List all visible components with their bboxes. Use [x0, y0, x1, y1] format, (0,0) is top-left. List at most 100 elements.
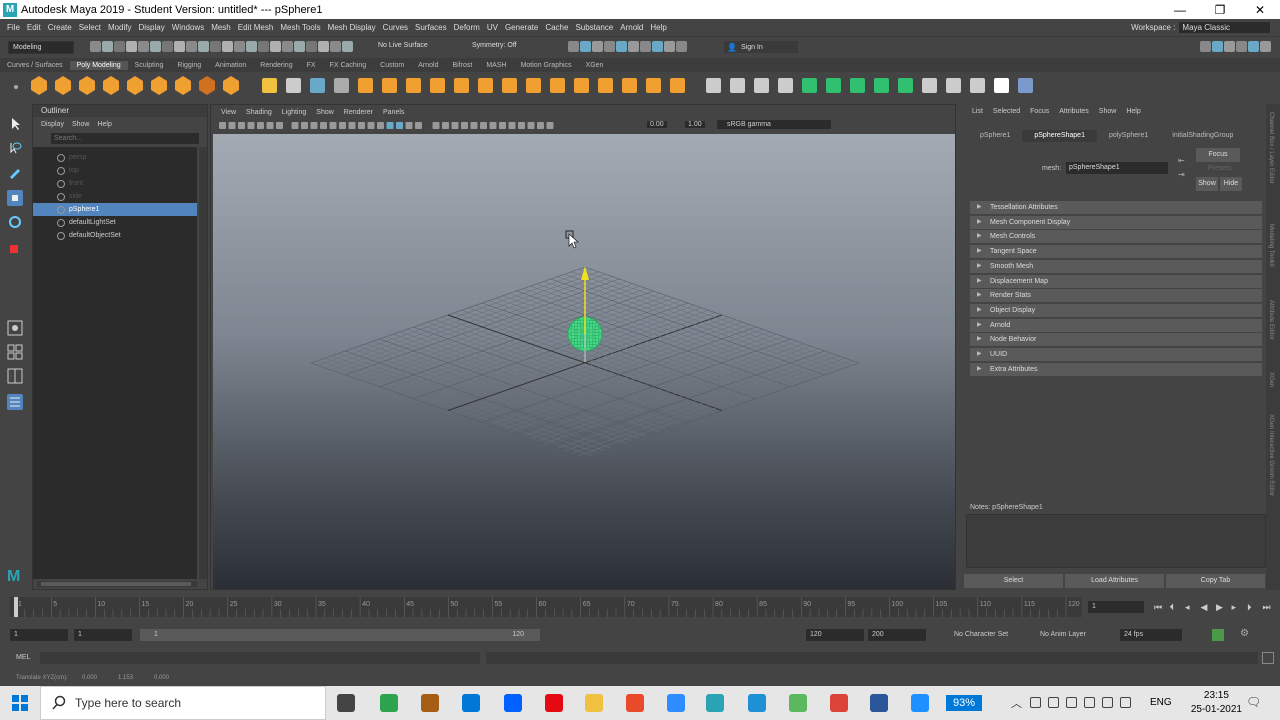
shelf-tab-rendering[interactable]: Rendering: [253, 61, 299, 70]
menu-uv[interactable]: UV: [487, 23, 498, 32]
menu-select[interactable]: Select: [79, 23, 101, 32]
auto-key-icon[interactable]: [1212, 629, 1224, 641]
edge-icon[interactable]: [748, 694, 766, 712]
menu-curves[interactable]: Curves: [383, 23, 408, 32]
shelf-tool-22-icon[interactable]: [550, 78, 565, 93]
symmetry-label[interactable]: Symmetry: Off: [472, 42, 517, 49]
playback-start-field[interactable]: 1: [74, 629, 132, 641]
lasso-tool-icon[interactable]: [7, 140, 23, 156]
section-displacement-map[interactable]: Displacement Map: [970, 274, 1262, 288]
attr-menu-focus[interactable]: Focus: [1030, 108, 1049, 115]
playback-4-icon[interactable]: ◀: [1201, 603, 1208, 613]
animation-start-field[interactable]: 1: [10, 629, 68, 641]
viewport-tool-7-icon[interactable]: [276, 121, 283, 129]
menu-edit-mesh[interactable]: Edit Mesh: [238, 23, 274, 32]
status-tool-19-icon[interactable]: [306, 41, 317, 52]
shelf-options-icon[interactable]: [14, 85, 18, 89]
menu-display[interactable]: Display: [139, 23, 165, 32]
shelf-tool-27-icon[interactable]: [670, 78, 685, 93]
network-icon[interactable]: [1030, 697, 1041, 708]
status-tool-9-icon[interactable]: [186, 41, 197, 52]
shelf-tool-20-icon[interactable]: [502, 78, 517, 93]
outliner-menu-show[interactable]: Show: [72, 121, 90, 128]
menu-deform[interactable]: Deform: [454, 23, 480, 32]
viewport-tool-8-icon[interactable]: [291, 121, 299, 129]
viewport-tool-19-icon[interactable]: [396, 121, 403, 129]
current-time-marker[interactable]: [14, 597, 18, 617]
playback-5-icon[interactable]: ▶: [1216, 603, 1223, 613]
section-node-behavior[interactable]: Node Behavior: [970, 333, 1262, 347]
status-tool-22-icon[interactable]: [342, 41, 353, 52]
render-tool-3-icon[interactable]: [592, 41, 603, 52]
render-tool-10-icon[interactable]: [676, 41, 687, 52]
menu-mesh-tools[interactable]: Mesh Tools: [280, 23, 320, 32]
shelf-tab-curves-surfaces[interactable]: Curves / Surfaces: [0, 61, 70, 70]
mesh-name-field[interactable]: pSphereShape1: [1066, 162, 1168, 174]
script-editor-icon[interactable]: [1262, 652, 1274, 664]
menu-modify[interactable]: Modify: [108, 23, 132, 32]
shelf-tool-31-icon[interactable]: [778, 78, 793, 93]
panel-toggle-2-icon[interactable]: [1212, 41, 1223, 52]
viewport-tool-33-icon[interactable]: [537, 121, 544, 129]
outliner-item-side[interactable]: side: [33, 190, 197, 203]
shelf-tool-6-icon[interactable]: [151, 76, 167, 95]
section-render-stats[interactable]: Render Stats: [970, 289, 1262, 303]
playback-6-icon[interactable]: ▸: [1232, 603, 1237, 613]
camtasia-icon[interactable]: [380, 694, 398, 712]
viewport-tool-23-icon[interactable]: [442, 121, 449, 129]
outliner-scrollbar[interactable]: [199, 147, 207, 579]
menu-substance[interactable]: Substance: [575, 23, 613, 32]
menu-edit[interactable]: Edit: [27, 23, 41, 32]
viewport-menu-panels[interactable]: Panels: [383, 109, 404, 116]
chrome-icon[interactable]: [830, 694, 848, 712]
status-tool-15-icon[interactable]: [258, 41, 269, 52]
shelf-tool-11-icon[interactable]: [286, 78, 301, 93]
shelf-tool-2-icon[interactable]: [55, 76, 71, 95]
shelf-tool-16-icon[interactable]: [406, 78, 421, 93]
section-mesh-controls[interactable]: Mesh Controls: [970, 230, 1262, 244]
green-app-icon[interactable]: [789, 694, 807, 712]
viewport-tool-20-icon[interactable]: [405, 121, 413, 129]
focus-button[interactable]: Focus: [1196, 148, 1240, 162]
outliner-item-top[interactable]: top: [33, 164, 197, 177]
viewport-tool-30-icon[interactable]: [508, 121, 516, 129]
render-tool-4-icon[interactable]: [604, 41, 615, 52]
display-icon[interactable]: [1120, 697, 1131, 708]
viewport-tool-4-icon[interactable]: [247, 121, 255, 129]
side-tab-xgen[interactable]: XGen: [1268, 372, 1274, 387]
menu-create[interactable]: Create: [48, 23, 72, 32]
sign-in-button[interactable]: 👤 Sign In: [724, 41, 798, 53]
viewport-tool-9-icon[interactable]: [301, 121, 308, 129]
command-input[interactable]: [40, 652, 480, 664]
live-surface-label[interactable]: No Live Surface: [378, 42, 428, 49]
shelf-tool-18-icon[interactable]: [454, 78, 469, 93]
section-extra-attributes[interactable]: Extra Attributes: [970, 362, 1262, 376]
language-indicator[interactable]: ENG: [1150, 697, 1172, 708]
viewport-menu-show[interactable]: Show: [316, 109, 334, 116]
shelf-tab-xgen[interactable]: XGen: [579, 61, 611, 70]
battery-indicator[interactable]: 93%: [946, 695, 982, 711]
animation-end-field[interactable]: 200: [868, 629, 926, 641]
shelf-tool-15-icon[interactable]: [382, 78, 397, 93]
wifi-icon[interactable]: [1048, 697, 1059, 708]
status-tool-14-icon[interactable]: [246, 41, 257, 52]
snip-icon[interactable]: [626, 694, 644, 712]
maximize-button[interactable]: ❐: [1200, 0, 1240, 19]
outliner-hscrollbar[interactable]: [37, 581, 197, 587]
viewport-tool-31-icon[interactable]: [518, 121, 525, 129]
playback-8-icon[interactable]: ⏭: [1263, 603, 1271, 613]
viewport-menu-lighting[interactable]: Lighting: [282, 109, 307, 116]
section-arnold[interactable]: Arnold: [970, 318, 1262, 332]
status-tool-17-icon[interactable]: [282, 41, 293, 52]
viewport-menu-renderer[interactable]: Renderer: [344, 109, 373, 116]
netflix-icon[interactable]: [545, 694, 563, 712]
playback-3-icon[interactable]: ◂: [1185, 603, 1190, 613]
mel-label[interactable]: MEL: [16, 654, 30, 661]
viewport-tool-32-icon[interactable]: [527, 121, 535, 129]
status-tool-2-icon[interactable]: [102, 41, 113, 52]
viewport-tool-29-icon[interactable]: [499, 121, 506, 129]
status-tool-12-icon[interactable]: [222, 41, 233, 52]
paint-select-icon[interactable]: [7, 164, 23, 180]
minimize-button[interactable]: —: [1160, 0, 1200, 19]
status-tool-13-icon[interactable]: [234, 41, 245, 52]
